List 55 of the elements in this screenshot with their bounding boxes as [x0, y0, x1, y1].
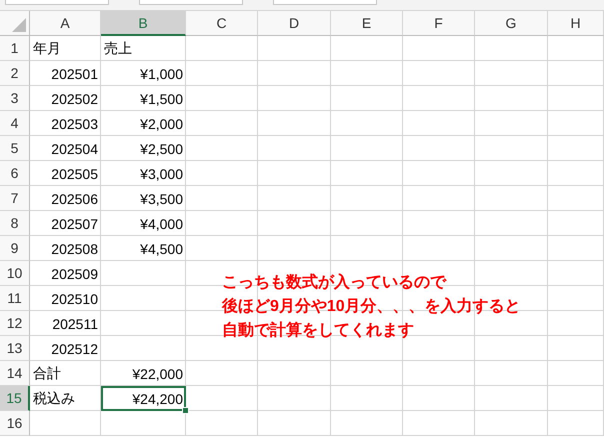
table-cell[interactable]: 202512 — [30, 336, 101, 361]
table-cell[interactable]: ¥3,000 — [101, 161, 186, 186]
column-header[interactable]: D — [258, 11, 331, 36]
row-header[interactable]: 16 — [0, 411, 30, 436]
select-all-icon — [12, 18, 26, 32]
row-header[interactable]: 10 — [0, 261, 30, 286]
table-cell[interactable]: 202509 — [30, 261, 101, 286]
row-header[interactable]: 8 — [0, 211, 30, 236]
row-header[interactable]: 7 — [0, 186, 30, 211]
table-cell[interactable]: 202508 — [30, 236, 101, 261]
table-cell[interactable]: 202502 — [30, 86, 101, 111]
row-header[interactable]: 2 — [0, 61, 30, 86]
table-cell[interactable]: 202506 — [30, 186, 101, 211]
table-cell[interactable]: 202505 — [30, 161, 101, 186]
table-cell[interactable]: 202510 — [30, 286, 101, 311]
table-cell[interactable]: 202507 — [30, 211, 101, 236]
table-cell[interactable]: 税込み — [30, 386, 101, 411]
table-cell[interactable]: ¥22,000 — [101, 361, 186, 386]
table-cell[interactable]: ¥3,500 — [101, 186, 186, 211]
row-header[interactable]: 3 — [0, 86, 30, 111]
table-cell[interactable]: 202511 — [30, 311, 101, 336]
table-cell[interactable]: ¥1,500 — [101, 86, 186, 111]
table-cell[interactable]: ¥4,500 — [101, 236, 186, 261]
column-header[interactable]: E — [331, 11, 403, 36]
column-header[interactable]: C — [186, 11, 258, 36]
row-header[interactable]: 6 — [0, 161, 30, 186]
row-header[interactable]: 5 — [0, 136, 30, 161]
row-header[interactable]: 15 — [0, 386, 30, 411]
table-cell[interactable]: 202501 — [30, 61, 101, 86]
column-header[interactable]: B — [101, 11, 186, 36]
column-header[interactable]: G — [475, 11, 548, 36]
note-line: こっちも数式が入っているので — [222, 272, 448, 293]
table-cell[interactable]: ¥1,000 — [101, 61, 186, 86]
row-header[interactable]: 4 — [0, 111, 30, 136]
table-cell[interactable]: ¥4,000 — [101, 211, 186, 236]
table-cell[interactable]: 売上 — [101, 36, 186, 61]
row-header[interactable]: 11 — [0, 286, 30, 311]
row-header[interactable]: 14 — [0, 361, 30, 386]
column-header[interactable]: A — [30, 11, 101, 36]
table-cell[interactable]: 合計 — [30, 361, 101, 386]
fill-handle[interactable] — [182, 407, 189, 414]
column-header[interactable]: H — [548, 11, 604, 36]
table-cell[interactable]: 202503 — [30, 111, 101, 136]
note-line: 自動で計算をしてくれます — [222, 320, 415, 341]
row-header[interactable]: 12 — [0, 311, 30, 336]
note-line: 後ほど9月分や10月分、、、を入力すると — [222, 296, 521, 317]
row-header[interactable]: 1 — [0, 36, 30, 61]
table-cell[interactable]: 年月 — [30, 36, 101, 61]
selected-cell[interactable]: ¥24,200 — [101, 386, 186, 411]
table-cell[interactable]: ¥2,500 — [101, 136, 186, 161]
row-header[interactable]: 13 — [0, 336, 30, 361]
row-header[interactable]: 9 — [0, 236, 30, 261]
table-cell[interactable]: ¥2,000 — [101, 111, 186, 136]
table-cell[interactable]: 202504 — [30, 136, 101, 161]
column-header[interactable]: F — [403, 11, 475, 36]
